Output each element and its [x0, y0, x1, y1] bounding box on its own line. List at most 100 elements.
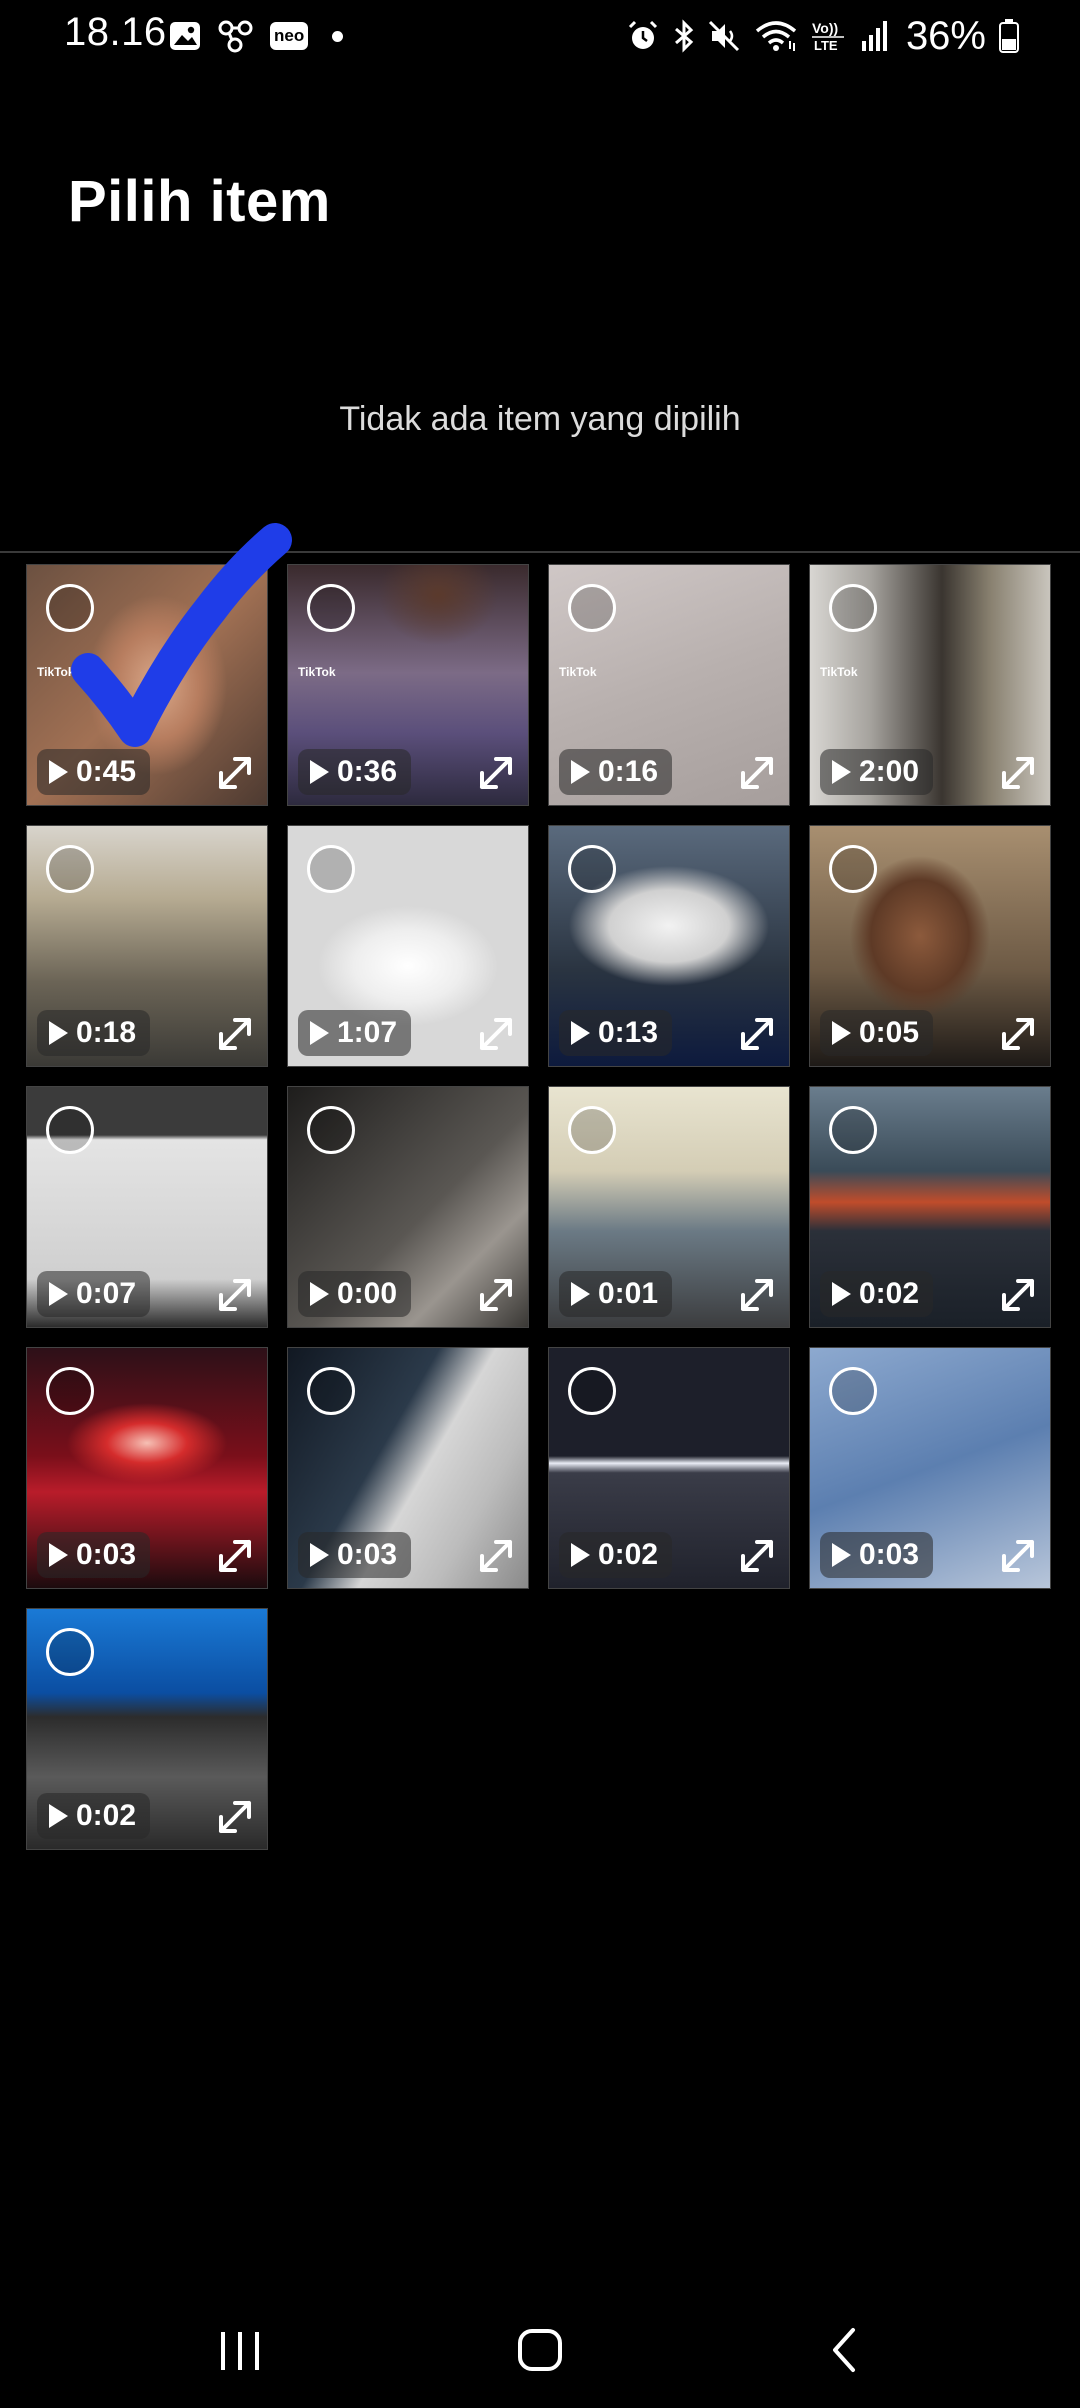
tiktok-watermark: TikTok: [820, 665, 858, 679]
select-checkbox[interactable]: [307, 584, 355, 632]
select-checkbox[interactable]: [568, 845, 616, 893]
select-checkbox[interactable]: [829, 1106, 877, 1154]
duration-badge: 0:03: [298, 1532, 412, 1578]
expand-icon[interactable]: [215, 1536, 255, 1576]
expand-icon[interactable]: [998, 1014, 1038, 1054]
duration-badge: 0:07: [37, 1271, 151, 1317]
media-tile[interactable]: 1:07: [287, 825, 529, 1067]
duration-text: 0:02: [76, 1799, 137, 1832]
expand-icon[interactable]: [476, 1536, 516, 1576]
tiktok-watermark: TikTok: [37, 665, 75, 679]
media-tile[interactable]: 0:05: [809, 825, 1051, 1067]
expand-icon[interactable]: [215, 1797, 255, 1837]
media-tile[interactable]: TikTok 0:16: [548, 564, 790, 806]
battery-percent: 36%: [905, 13, 986, 58]
media-tile[interactable]: 0:03: [809, 1347, 1051, 1589]
select-checkbox[interactable]: [568, 1106, 616, 1154]
status-left-icons: neo: [168, 16, 344, 56]
page-title: Pilih item: [68, 169, 331, 234]
recent-apps-button[interactable]: [210, 2320, 270, 2380]
tiktok-watermark: TikTok: [298, 665, 336, 679]
media-tile[interactable]: TikTok 2:00: [809, 564, 1051, 806]
duration-badge: 2:00: [820, 749, 934, 795]
select-checkbox[interactable]: [568, 1367, 616, 1415]
recent-apps-icon: [221, 2332, 259, 2370]
duration-badge: 0:16: [559, 749, 673, 795]
media-tile[interactable]: 0:07: [26, 1086, 268, 1328]
tiktok-watermark: TikTok: [559, 665, 597, 679]
expand-icon[interactable]: [476, 1275, 516, 1315]
media-tile[interactable]: 0:03: [287, 1347, 529, 1589]
expand-icon[interactable]: [737, 1275, 777, 1315]
select-checkbox[interactable]: [829, 845, 877, 893]
media-tile[interactable]: 0:02: [809, 1086, 1051, 1328]
media-tile[interactable]: TikTok 0:36: [287, 564, 529, 806]
gallery-icon: [168, 19, 202, 53]
expand-icon[interactable]: [476, 1014, 516, 1054]
status-time: 18.16: [64, 10, 167, 54]
expand-icon[interactable]: [737, 1536, 777, 1576]
duration-text: 2:00: [859, 755, 920, 788]
media-tile[interactable]: 0:13: [548, 825, 790, 1067]
select-checkbox[interactable]: [829, 1367, 877, 1415]
expand-icon[interactable]: [998, 753, 1038, 793]
expand-icon[interactable]: [998, 1275, 1038, 1315]
back-button[interactable]: [815, 2320, 875, 2380]
expand-icon[interactable]: [215, 1014, 255, 1054]
expand-icon[interactable]: [737, 753, 777, 793]
duration-badge: 0:01: [559, 1271, 673, 1317]
select-checkbox[interactable]: [307, 845, 355, 893]
duration-text: 0:36: [337, 755, 398, 788]
media-grid: TikTok 0:45 TikTok 0:36 TikTok 0:16 TikTok 2:00…: [26, 564, 1053, 1850]
expand-icon[interactable]: [998, 1536, 1038, 1576]
home-button[interactable]: [510, 2320, 570, 2380]
status-bar: 18.16 neo Vo)) LTE 36%: [0, 0, 1080, 72]
selection-status: Tidak ada item yang dipilih: [339, 400, 741, 438]
select-checkbox[interactable]: [568, 584, 616, 632]
duration-text: 0:03: [337, 1538, 398, 1571]
duration-badge: 0:03: [37, 1532, 151, 1578]
play-icon: [832, 760, 851, 784]
expand-icon[interactable]: [215, 753, 255, 793]
divider: [0, 551, 1080, 553]
duration-badge: 0:13: [559, 1010, 673, 1056]
select-checkbox[interactable]: [829, 584, 877, 632]
duration-badge: 0:18: [37, 1010, 151, 1056]
media-tile[interactable]: 0:03: [26, 1347, 268, 1589]
alarm-icon: [626, 19, 660, 53]
media-tile[interactable]: 0:18: [26, 825, 268, 1067]
duration-text: 0:03: [76, 1538, 137, 1571]
expand-icon[interactable]: [737, 1014, 777, 1054]
duration-text: 0:00: [337, 1277, 398, 1310]
duration-text: 0:18: [76, 1016, 137, 1049]
play-icon: [49, 1021, 68, 1045]
select-checkbox[interactable]: [46, 1106, 94, 1154]
duration-text: 0:02: [598, 1538, 659, 1571]
svg-text:Vo)): Vo)): [812, 20, 838, 36]
select-checkbox[interactable]: [46, 584, 94, 632]
expand-icon[interactable]: [215, 1275, 255, 1315]
media-tile[interactable]: 0:02: [26, 1608, 268, 1850]
media-tile[interactable]: 0:02: [548, 1347, 790, 1589]
select-checkbox[interactable]: [46, 845, 94, 893]
select-checkbox[interactable]: [307, 1106, 355, 1154]
media-tile[interactable]: TikTok 0:45: [26, 564, 268, 806]
duration-badge: 0:00: [298, 1271, 412, 1317]
play-icon: [49, 1543, 68, 1567]
duration-text: 0:03: [859, 1538, 920, 1571]
select-checkbox[interactable]: [46, 1367, 94, 1415]
expand-icon[interactable]: [476, 753, 516, 793]
play-icon: [571, 1543, 590, 1567]
navigation-bar: [0, 2280, 1080, 2408]
duration-badge: 0:02: [37, 1793, 151, 1839]
select-checkbox[interactable]: [307, 1367, 355, 1415]
wifi-icon: [754, 19, 798, 53]
duration-badge: 0:05: [820, 1010, 934, 1056]
notification-dot: [332, 30, 344, 42]
play-icon: [571, 760, 590, 784]
select-checkbox[interactable]: [46, 1628, 94, 1676]
media-tile[interactable]: 0:01: [548, 1086, 790, 1328]
media-tile[interactable]: 0:00: [287, 1086, 529, 1328]
mute-icon: [708, 19, 742, 53]
neo-badge: neo: [270, 22, 309, 50]
